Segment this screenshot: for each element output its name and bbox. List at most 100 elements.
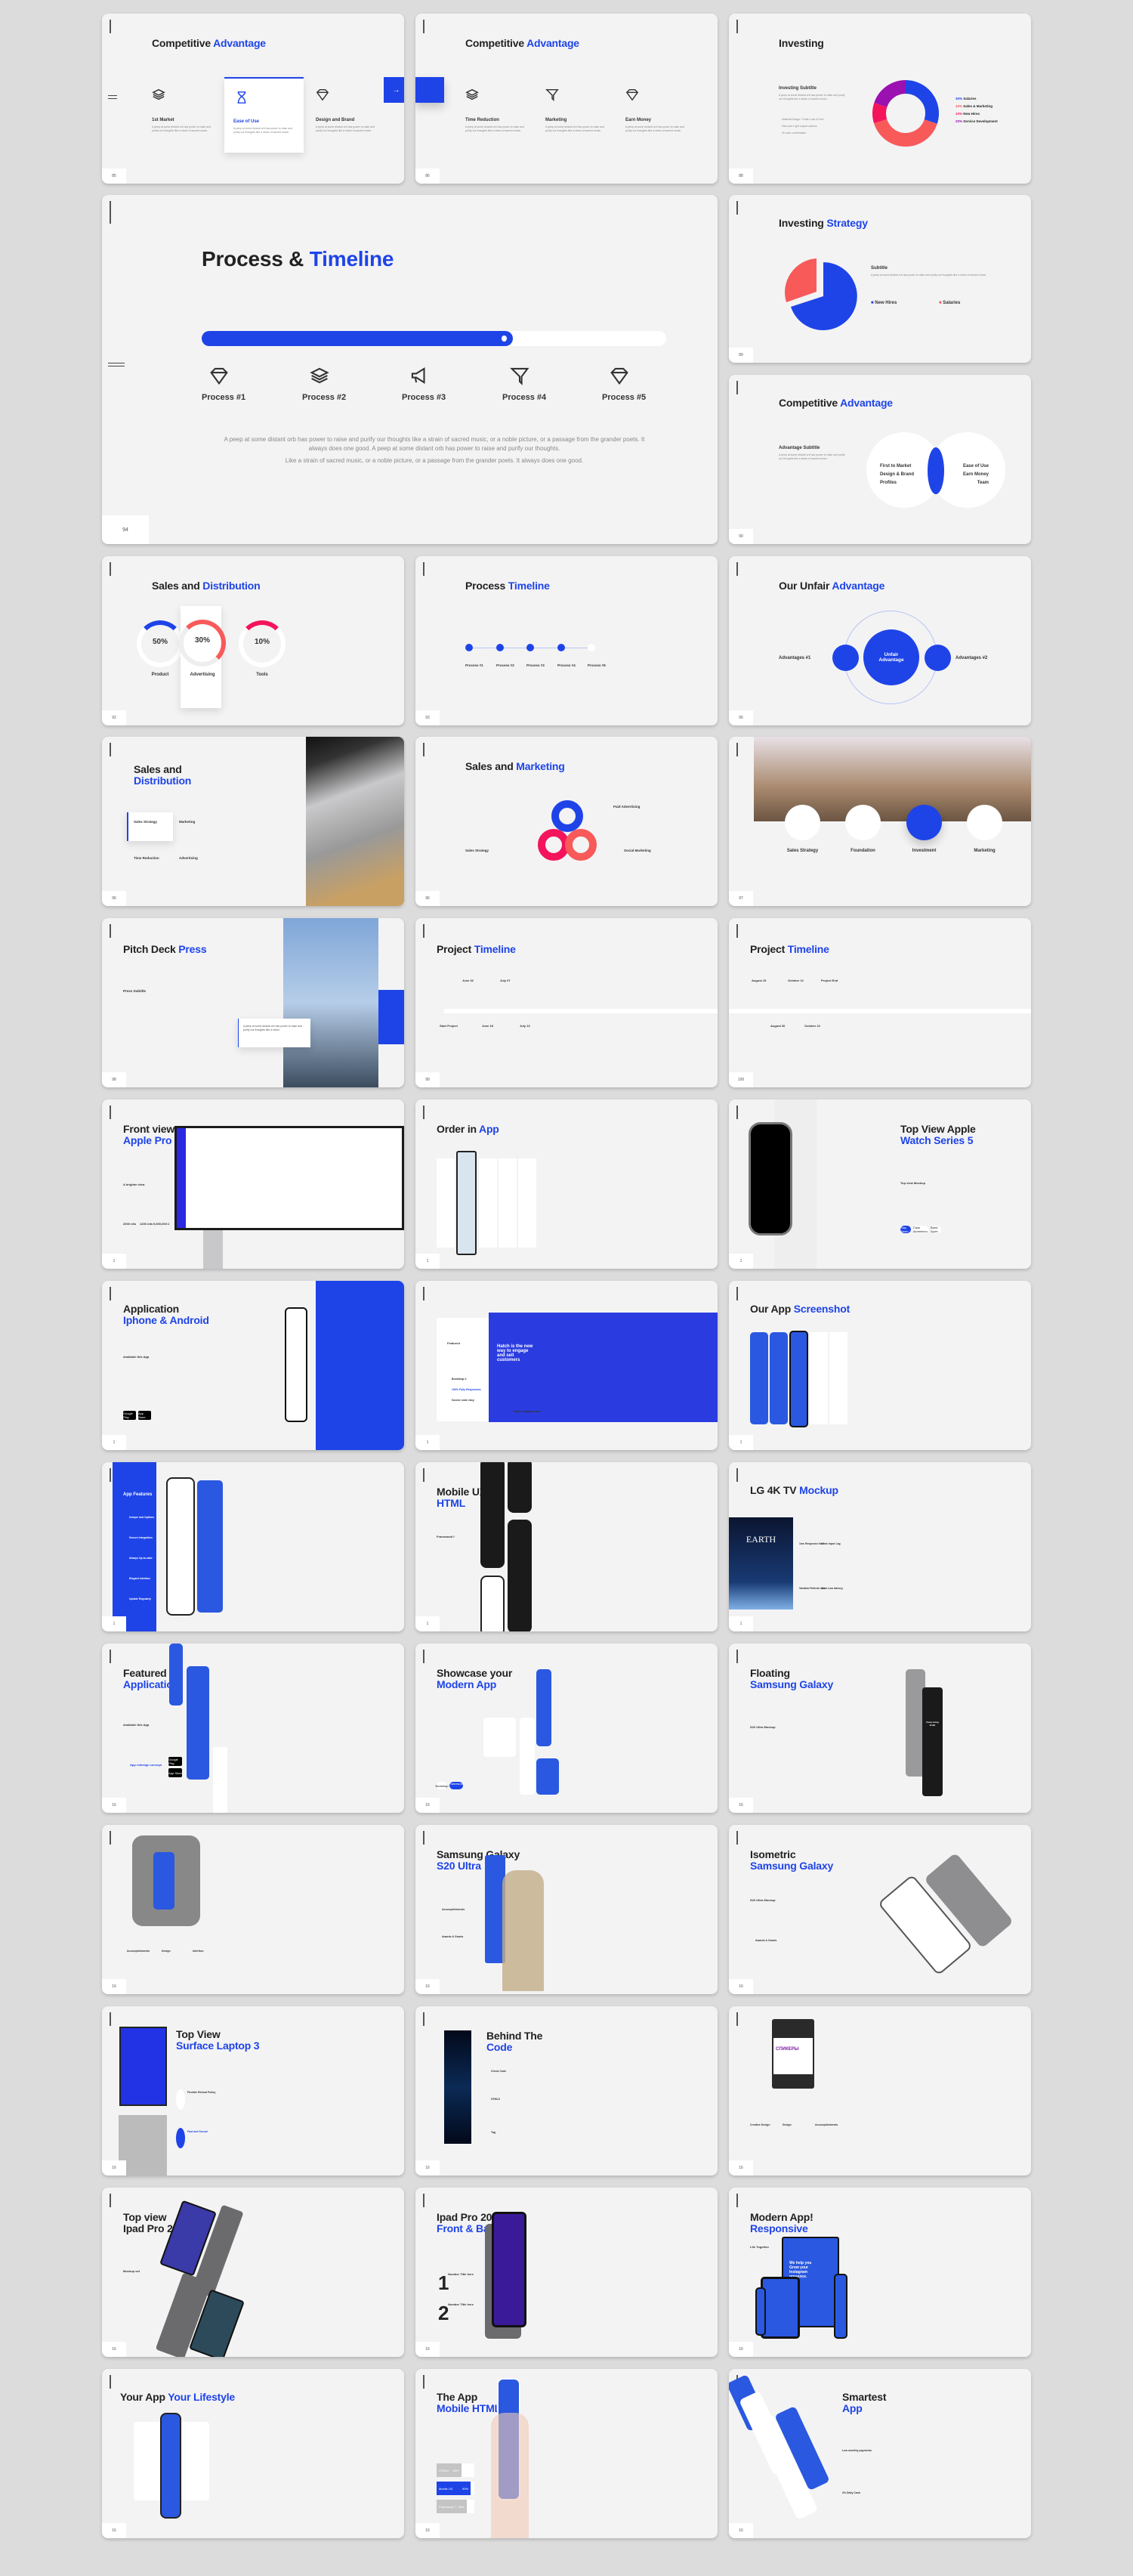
- slide-app-screenshot[interactable]: Our App Screenshot 1: [729, 1281, 1031, 1450]
- item-title: Marketing: [179, 820, 196, 824]
- app-store-badge[interactable]: App Store: [138, 1411, 151, 1420]
- slide-title: Floating Samsung Galaxy: [750, 1667, 834, 1691]
- page-number: 16: [415, 2523, 440, 2538]
- brand-mark: [423, 1650, 424, 1663]
- slide-sales-distribution-photo[interactable]: Sales and Distribution Sales Strategy Mar…: [102, 737, 404, 906]
- skill-label: Mobile UX: [439, 2486, 453, 2491]
- subtitle: Top view Mockup: [900, 1181, 926, 1185]
- slide-project-timeline-2[interactable]: Project Timeline August 15 October 12 Pr…: [729, 918, 1031, 1087]
- slide-apple-watch[interactable]: Top View Apple Watch Series 5 Top view Mo…: [729, 1099, 1031, 1269]
- slide-competitive-advantage-2[interactable]: Competitive Advantage Time Reduction A p…: [415, 14, 718, 184]
- slide-your-app-lifestyle[interactable]: Your App Your Lifestyle 16: [102, 2369, 404, 2538]
- app-screen: [213, 1747, 227, 1813]
- subtitle: Life Together: [750, 2245, 770, 2249]
- google-play-badge[interactable]: Google Play: [168, 1757, 182, 1766]
- subtitle: Available this App: [123, 1723, 150, 1727]
- slide-process-timeline[interactable]: Process & Timeline Process #1 Process #2…: [102, 195, 718, 544]
- check-item: Source code easy: [452, 1399, 474, 1402]
- slide-featured-application[interactable]: Featured Application Available this App A…: [102, 1644, 404, 1813]
- slide-competitive-advantage-venn[interactable]: Competitive Advantage Advantage Subtitle…: [729, 375, 1031, 544]
- stay-alarm-button[interactable]: Stay Alarm: [900, 1226, 911, 1233]
- item-text: A peep at some distant orb has power to …: [152, 125, 211, 133]
- bootstrap-button[interactable]: Bootstrap: [435, 1782, 449, 1789]
- framework-button[interactable]: Framework 7: [449, 1782, 464, 1789]
- slide-title: Top View Surface Laptop 3: [176, 2028, 260, 2052]
- donut-chart: [872, 80, 939, 147]
- slide-showcase-modern-app[interactable]: Showcase your Modern App Bootstrap Framew…: [415, 1644, 718, 1813]
- highlight-card: [127, 812, 173, 841]
- screen-text: СПИКЕРЫ: [776, 2047, 799, 2052]
- next-arrow-button[interactable]: →: [384, 77, 404, 103]
- item-title: 1st Market: [152, 118, 174, 122]
- slide-app-features[interactable]: App Features Unique and Options Secure I…: [102, 1462, 404, 1631]
- diamond-icon: [209, 366, 229, 385]
- slide-behind-the-code[interactable]: Behind The Code Check Code HTML5 Tag 16: [415, 2006, 718, 2176]
- slide-hatch-featured[interactable]: Featured Bootstrap 4 100% Fully Responsi…: [415, 1281, 718, 1450]
- slide-ipad-front-back[interactable]: Ipad Pro 2018 Front & Back 1 Number Title…: [415, 2188, 718, 2357]
- feature-title: Always Up-to-date: [129, 1557, 153, 1560]
- brand-mark: [736, 1831, 738, 1845]
- brand-mark: [736, 201, 738, 215]
- subtitle: S20 Ultra Mockup: [750, 1898, 776, 1902]
- quote-text: A peep at some distant orb has power to …: [243, 1025, 303, 1032]
- slide-pitch-deck-press[interactable]: Pitch Deck Press Press Subtitle A peep a…: [102, 918, 404, 1087]
- slide-sales-distribution-rings[interactable]: Sales and Distribution 50% Product 30% A…: [102, 556, 404, 725]
- slide-smartest-app[interactable]: Smartest App Low monthly payments 3% Dail…: [729, 2369, 1031, 2538]
- page-number: 1: [415, 1616, 440, 1631]
- slide-investing-strategy[interactable]: Investing Strategy Subtitle A peep at so…: [729, 195, 1031, 363]
- slide-app-mobile-html[interactable]: The App Mobile HTML HTML5 65% Mobile UX 90% F…: [415, 2369, 718, 2538]
- page-number: 16: [102, 2342, 126, 2357]
- brand-mark: [423, 924, 424, 938]
- tv-title: EARTH: [746, 1534, 776, 1545]
- menu-icon[interactable]: [108, 362, 125, 366]
- page-number: 96: [102, 891, 126, 906]
- tv-screen: EARTH: [729, 1517, 793, 1610]
- app-screen: [483, 1718, 516, 1757]
- google-play-badge[interactable]: Google Play: [123, 1411, 136, 1420]
- step-dot-done: [526, 644, 534, 651]
- slide-competitive-advantage-1[interactable]: Competitive Advantage 1st Market A peep …: [102, 14, 404, 184]
- slide-floating-samsung[interactable]: Floating Samsung Galaxy S20 Ultra Mockup …: [729, 1644, 1031, 1813]
- case-button[interactable]: Case Aluminium: [913, 1226, 928, 1233]
- slide-unfair-advantage[interactable]: Our Unfair Advantage Unfair Advantage Ad…: [729, 556, 1031, 725]
- pie-slice-salaries: [785, 258, 817, 302]
- slide-title: The App Mobile HTML: [437, 2391, 501, 2415]
- progress-track: [202, 331, 666, 346]
- slide-process-timeline-steps[interactable]: Process Timeline Process #1 Process #2 P…: [415, 556, 718, 725]
- slide-imac[interactable]: СПИКЕРЫ Creative Design Design Accomplis…: [729, 2006, 1031, 2176]
- progress-knob[interactable]: [502, 336, 508, 342]
- timeline-bar: [729, 1009, 1031, 1013]
- slide-mobile-ux[interactable]: Mobile UX HTML Framework? 1: [415, 1462, 718, 1631]
- highlight-card: Ease of Use A peep at some distant orb h…: [224, 77, 304, 153]
- subtitle: Featured: [447, 1341, 460, 1345]
- band-button[interactable]: Band Sport: [931, 1226, 941, 1233]
- slide-surface-laptop[interactable]: Top View Surface Laptop 3 Flexible Refund…: [102, 2006, 404, 2176]
- item-title: Interface: [193, 1950, 204, 1953]
- slide-project-timeline-1[interactable]: Project Timeline June 02 July 07 Start P…: [415, 918, 718, 1087]
- brand-mark: [110, 743, 111, 756]
- slide-isometric-samsung[interactable]: Isometric Samsung Galaxy S20 Ultra Mockup…: [729, 1825, 1031, 1994]
- check-circle-icon-active: [176, 2128, 185, 2148]
- slide-order-in-app[interactable]: Order in App 1: [415, 1099, 718, 1269]
- spec-title: 10ms Input Lag: [821, 1542, 841, 1545]
- menu-icon[interactable]: [108, 95, 117, 99]
- slide-title: Investing: [779, 37, 824, 49]
- brand-mark: [110, 1468, 111, 1482]
- slide-watch-trio[interactable]: Accomplishments Design Interface 16: [102, 1825, 404, 1994]
- slide-application-iphone[interactable]: Application Iphone & Android Available th…: [102, 1281, 404, 1450]
- slide-ipad-top-view[interactable]: Top view Ipad Pro 2018 Mockup set 16: [102, 2188, 404, 2357]
- milestone-date: Start Project: [440, 1024, 458, 1028]
- diamond-icon: [625, 88, 639, 101]
- slide-investing[interactable]: Investing Investing Subtitle A peep at s…: [729, 14, 1031, 184]
- slide-sales-marketing[interactable]: Sales and Marketing Paid Advertising Sal…: [415, 737, 718, 906]
- slide-apple-pro-display[interactable]: Front view Apple Pro Display A brighter i…: [102, 1099, 404, 1269]
- app-store-badge[interactable]: App Store: [168, 1768, 182, 1777]
- slide-four-pillars[interactable]: Sales Strategy Foundation Investment Mar…: [729, 737, 1031, 906]
- slide-modern-app-responsive[interactable]: Modern App! Responsive Life Together We h…: [729, 2188, 1031, 2357]
- milestone-date: August 30: [770, 1024, 786, 1028]
- step-dot-done: [557, 644, 565, 651]
- slide-lg-tv[interactable]: LG 4K TV Mockup EARTH 1ms Response time …: [729, 1462, 1031, 1631]
- skill-bar-fill: HTML5 65%: [437, 2463, 462, 2477]
- item-title: Investment: [912, 849, 937, 853]
- slide-samsung-s20[interactable]: Samsung Galaxy S20 Ultra Accomplishments …: [415, 1825, 718, 1994]
